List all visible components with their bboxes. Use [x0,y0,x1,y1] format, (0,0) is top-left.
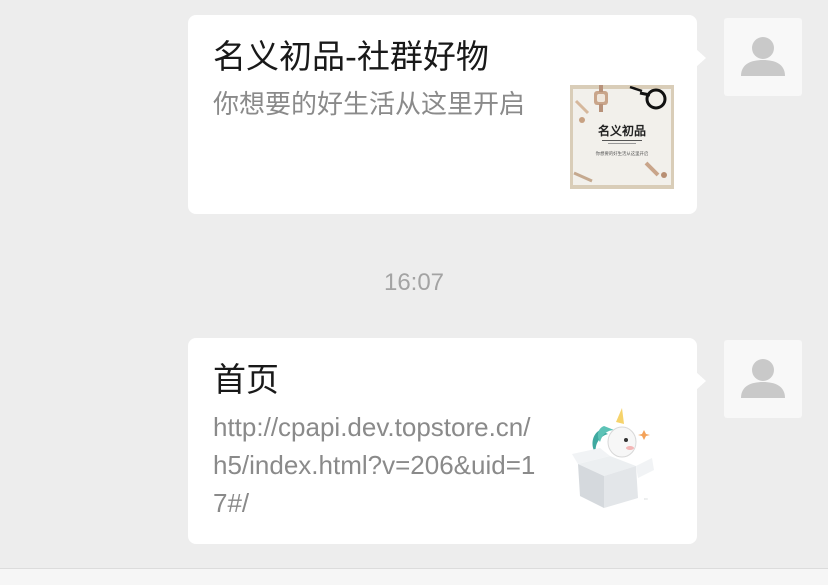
link-card-2[interactable]: 首页 http://cpapi.dev.topstore.cn/h5/index… [188,338,706,544]
link-card-thumbnail: ▭ [570,408,674,512]
brand-card-image: 名义初品 你想要的好生活从这里开启 [570,85,674,189]
chat-timestamp: 16:07 [383,269,445,296]
link-card-thumbnail: 名义初品 你想要的好生活从这里开启 [570,85,674,189]
input-bar [0,569,828,585]
user-avatar[interactable] [724,340,802,418]
brand-tagline-text: 你想要的好生活从这里开启 [596,150,649,157]
user-placeholder-icon [741,37,785,76]
svg-text:▭: ▭ [644,496,648,501]
brand-logo-text: 名义初品 [598,123,646,138]
link-card-title: 首页 [213,360,279,399]
link-card-1[interactable]: 名义初品-社群好物 你想要的好生活从这里开启 名义初品 你想要的好生活从这里开启 [188,15,706,214]
unicorn-box-image: ▭ [570,408,674,512]
link-card-description: http://cpapi.dev.topstore.cn/h5/index.ht… [213,412,536,518]
user-placeholder-icon [741,359,785,398]
link-card-description: 你想要的好生活从这里开启 [213,90,526,120]
user-avatar[interactable] [724,18,802,96]
link-card-title: 名义初品-社群好物 [213,37,489,76]
